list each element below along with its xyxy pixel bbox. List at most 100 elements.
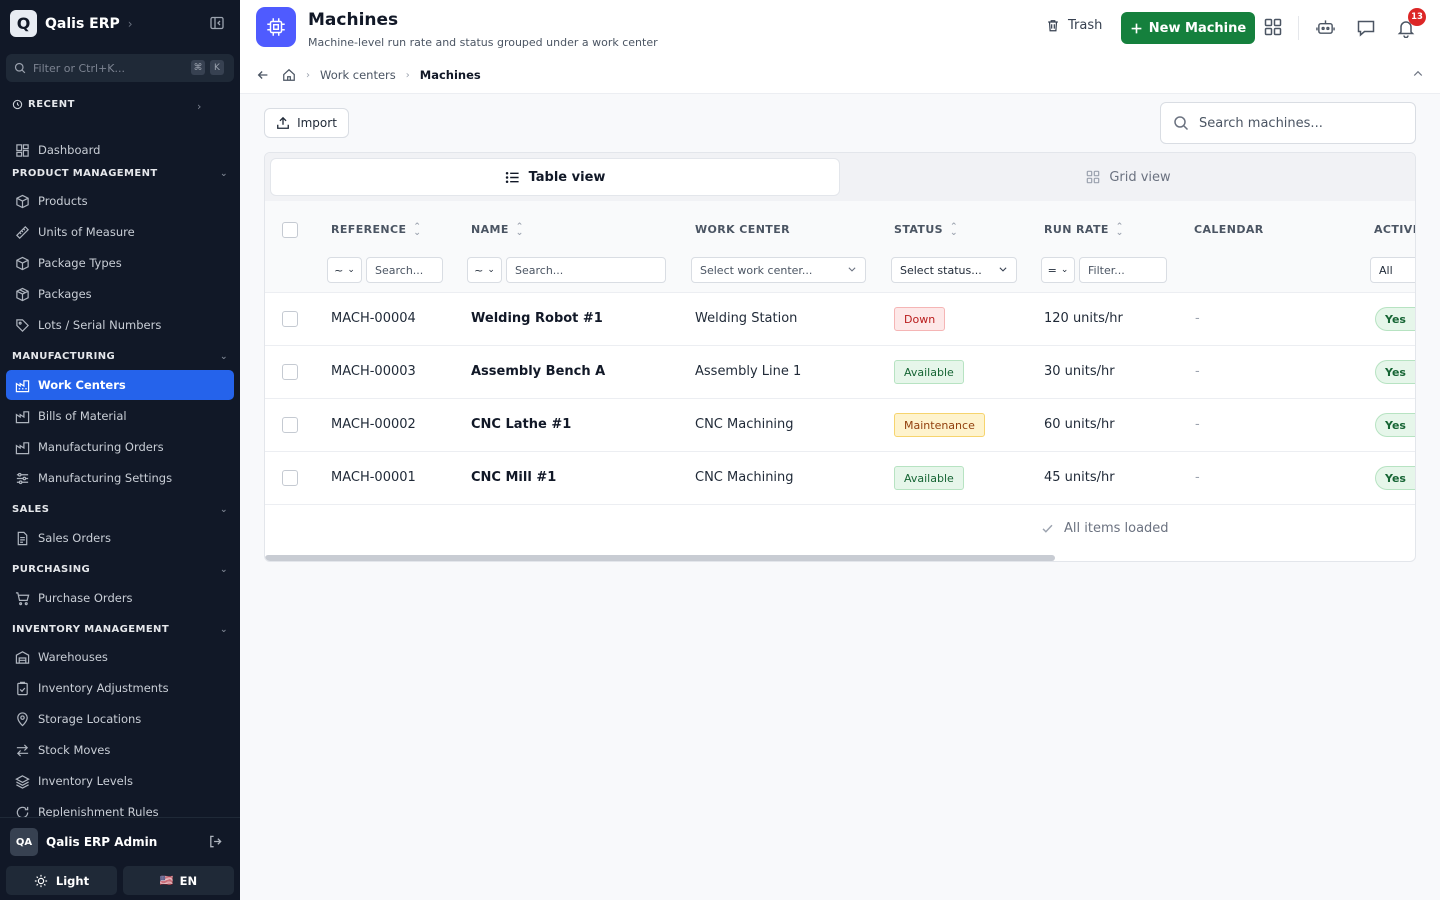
sidebar-collapse-icon[interactable] (209, 15, 225, 31)
name-filter-input[interactable]: Search... (506, 257, 666, 283)
sidebar-item-label: Lots / Serial Numbers (38, 318, 162, 332)
chat-icon[interactable] (1356, 18, 1376, 38)
sidebar-item-work-centers[interactable]: Work Centers (6, 370, 234, 400)
run-rate-filter-input[interactable]: Filter... (1079, 257, 1167, 283)
breadcrumb: › Work centers › Machines (256, 68, 481, 82)
sidebar-item-label: Manufacturing Orders (38, 440, 164, 454)
chevron-up-icon[interactable] (1412, 68, 1424, 80)
horizontal-scrollbar[interactable] (265, 555, 1055, 561)
column-header-name[interactable]: NAME ⌃ ⌄ (471, 222, 524, 237)
sidebar-item-package-types[interactable]: Package Types (6, 249, 234, 277)
sidebar-item-label: Purchase Orders (38, 591, 133, 605)
home-icon[interactable] (282, 68, 296, 82)
sort-icon[interactable]: ⌃ ⌄ (413, 222, 421, 237)
table-row[interactable]: MACH-00001 CNC Mill #1 CNC Machining Ava… (265, 452, 1415, 505)
section-manufacturing[interactable]: MANUFACTURING ⌄ (12, 351, 228, 362)
status-badge: Down (894, 307, 946, 331)
cell-run-rate: 120 units/hr (1044, 311, 1123, 326)
sidebar-item-manufacturing-settings[interactable]: Manufacturing Settings (6, 464, 234, 492)
table-row[interactable]: MACH-00004 Welding Robot #1 Welding Stat… (265, 293, 1415, 346)
sidebar-item-label: Dashboard (38, 143, 101, 157)
sidebar-item-label: Inventory Levels (38, 774, 133, 788)
sidebar-item-units-of-measure[interactable]: Units of Measure (6, 218, 234, 246)
active-filter-select[interactable]: All (1370, 257, 1415, 283)
sidebar-item-inventory-adjustments[interactable]: Inventory Adjustments (6, 674, 234, 702)
reference-filter-input[interactable]: Search... (366, 257, 443, 283)
column-header-run-rate[interactable]: RUN RATE ⌃ ⌄ (1044, 222, 1124, 237)
sidebar-item-bills-of-material[interactable]: Bills of Material (6, 402, 234, 430)
section-purchasing[interactable]: PURCHASING ⌄ (12, 564, 228, 575)
sidebar-item-label: Sales Orders (38, 531, 111, 545)
sidebar-item-label: Bills of Material (38, 409, 127, 423)
machine-search[interactable] (1160, 102, 1416, 144)
status-badge: Available (894, 360, 964, 384)
chevron-down-icon: ⌄ (220, 564, 228, 575)
sidebar-item-dashboard[interactable]: Dashboard (6, 136, 234, 164)
column-header-reference[interactable]: REFERENCE ⌃ ⌄ (331, 222, 421, 237)
sidebar-item-packages[interactable]: Packages (6, 280, 234, 308)
table-row[interactable]: MACH-00002 CNC Lathe #1 CNC Machining Ma… (265, 399, 1415, 452)
status-badge: Maintenance (894, 413, 985, 437)
brand-switcher[interactable]: Q Qalis ERP › (10, 10, 133, 37)
import-button[interactable]: Import (264, 108, 349, 138)
row-checkbox[interactable] (282, 311, 298, 327)
cell-name[interactable]: Welding Robot #1 (471, 311, 603, 326)
trash-button[interactable]: Trash (1046, 18, 1102, 33)
grid-icon[interactable] (1264, 18, 1282, 36)
sort-icon[interactable]: ⌃ ⌄ (1116, 222, 1124, 237)
back-arrow-icon[interactable] (256, 68, 270, 82)
list-icon (505, 171, 519, 183)
column-header-status[interactable]: STATUS ⌃ ⌄ (894, 222, 958, 237)
search-input[interactable] (1199, 115, 1399, 131)
sidebar-item-sales-orders[interactable]: Sales Orders (6, 524, 234, 552)
sidebar-filter-input[interactable]: Filter or Ctrl+K... ⌘ K (6, 54, 234, 82)
section-sales[interactable]: SALES ⌄ (12, 504, 228, 515)
select-all-checkbox[interactable] (282, 222, 298, 238)
column-header-active: ACTIVE (1374, 223, 1416, 236)
user-menu[interactable]: QA Qalis ERP Admin (10, 828, 157, 856)
sidebar-item-manufacturing-orders[interactable]: Manufacturing Orders (6, 433, 234, 461)
run-rate-operator-select[interactable]: = ⌄ (1041, 257, 1075, 283)
logout-icon[interactable] (208, 834, 223, 849)
recent-label: RECENT (28, 99, 75, 110)
cell-name[interactable]: Assembly Bench A (471, 364, 605, 379)
chevron-down-icon: ⌄ (220, 168, 228, 179)
cell-calendar: - (1195, 417, 1200, 432)
section-product-management[interactable]: PRODUCT MANAGEMENT ⌄ (12, 168, 228, 179)
sidebar-item-inventory-levels[interactable]: Inventory Levels (6, 767, 234, 795)
theme-toggle-button[interactable]: Light (6, 866, 117, 895)
sidebar-item-storage-locations[interactable]: Storage Locations (6, 705, 234, 733)
chevron-down-icon: ⌄ (220, 504, 228, 515)
language-button[interactable]: 🇺🇸 EN (123, 866, 234, 895)
sidebar-item-warehouses[interactable]: Warehouses (6, 643, 234, 671)
sliders-icon (16, 472, 29, 484)
cell-name[interactable]: CNC Mill #1 (471, 470, 556, 485)
tab-table-view[interactable]: Table view (270, 158, 840, 196)
sidebar-filter-placeholder: Filter or Ctrl+K... (33, 61, 125, 75)
robot-icon[interactable] (1316, 18, 1335, 37)
row-checkbox[interactable] (282, 417, 298, 433)
work-center-filter-select[interactable]: Select work center... (691, 257, 866, 283)
tab-grid-view[interactable]: Grid view (845, 158, 1412, 196)
sidebar-item-stock-moves[interactable]: Stock Moves (6, 736, 234, 764)
sidebar-item-products[interactable]: Products (6, 187, 234, 215)
chevron-right-icon: › (197, 100, 202, 113)
breadcrumb-work-centers[interactable]: Work centers (320, 68, 396, 82)
table-row[interactable]: MACH-00003 Assembly Bench A Assembly Lin… (265, 346, 1415, 399)
row-checkbox[interactable] (282, 364, 298, 380)
sort-icon[interactable]: ⌃ ⌄ (950, 222, 958, 237)
name-operator-select[interactable]: ~ ⌄ (467, 257, 502, 283)
cell-name[interactable]: CNC Lathe #1 (471, 417, 571, 432)
new-machine-button[interactable]: New Machine (1121, 12, 1255, 44)
box-icon (16, 256, 29, 270)
sidebar-item-purchase-orders[interactable]: Purchase Orders (6, 584, 234, 612)
cell-run-rate: 45 units/hr (1044, 470, 1115, 485)
sidebar-item-lots-serial-numbers[interactable]: Lots / Serial Numbers (6, 311, 234, 339)
row-checkbox[interactable] (282, 470, 298, 486)
status-filter-select[interactable]: Select status... (891, 257, 1017, 283)
recent-toggle[interactable]: RECENT (12, 99, 75, 110)
layers-icon (15, 774, 30, 789)
section-inventory-management[interactable]: INVENTORY MANAGEMENT ⌄ (12, 624, 228, 635)
reference-operator-select[interactable]: ~ ⌄ (327, 257, 362, 283)
sort-icon[interactable]: ⌃ ⌄ (516, 222, 524, 237)
